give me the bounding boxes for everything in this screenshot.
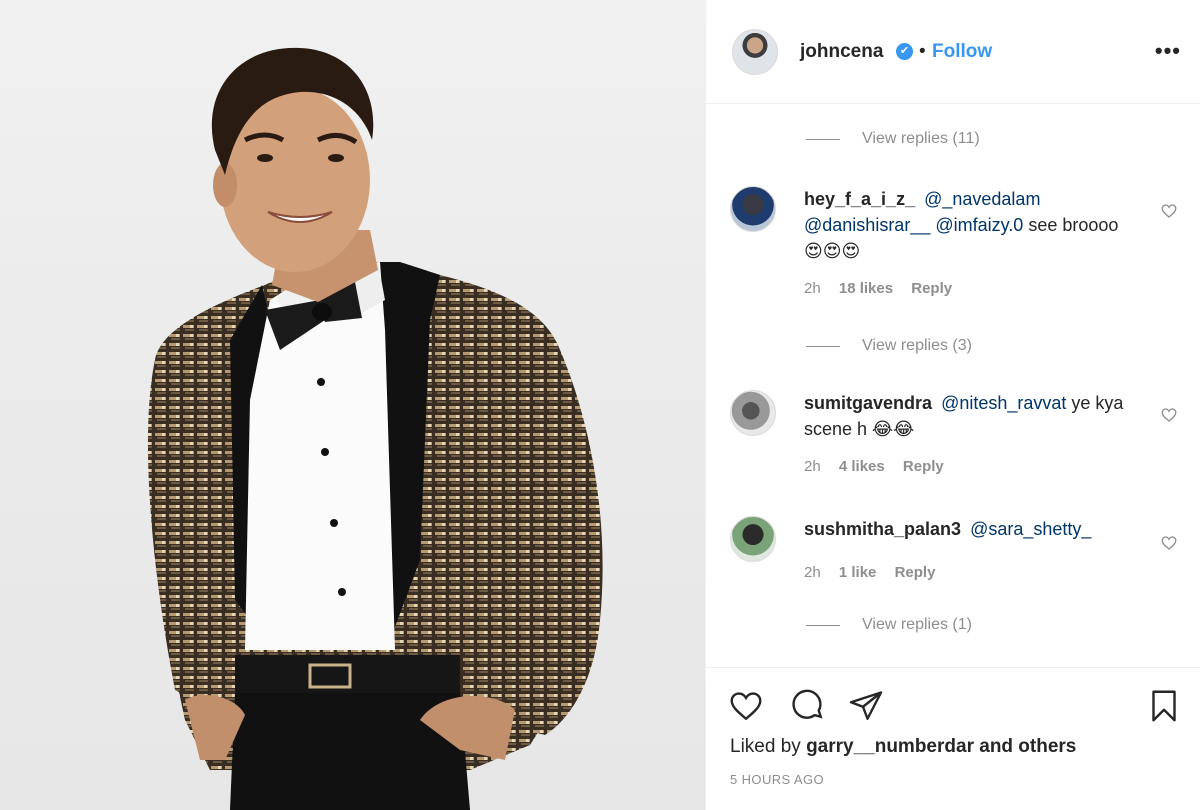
view-replies-label: View replies (3)	[862, 337, 972, 354]
view-replies-label: View replies (11)	[862, 130, 980, 147]
commenter-avatar[interactable]	[730, 186, 776, 232]
commenter-username[interactable]: sumitgavendra	[804, 393, 932, 413]
comment-meta: 2h 18 likes Reply	[804, 276, 1124, 302]
divider-line	[806, 624, 840, 626]
comment-meta: 2h 4 likes Reply	[804, 454, 1124, 480]
comment-time: 2h	[804, 564, 821, 581]
heart-icon[interactable]	[1160, 406, 1178, 424]
commenter-username[interactable]: sushmitha_palan3	[804, 519, 961, 539]
reply-button[interactable]: Reply	[895, 564, 936, 581]
comment-body: hey_f_a_i_z_ @_navedalam @danishisrar__ …	[804, 186, 1124, 302]
comment-body: sushmitha_palan3 @sara_shetty_ 2h 1 like…	[804, 516, 1124, 586]
comment-item: sushmitha_palan3 @sara_shetty_ 2h 1 like…	[730, 516, 1190, 596]
liked-by-others-link[interactable]: and others	[979, 736, 1076, 757]
more-options-icon[interactable]: •••	[1155, 38, 1181, 64]
view-replies-label: View replies (1)	[862, 616, 972, 633]
commenter-username[interactable]: hey_f_a_i_z_	[804, 189, 915, 209]
liked-by-username[interactable]: garry__numberdar	[806, 736, 974, 757]
reply-button[interactable]: Reply	[903, 458, 944, 475]
follow-button[interactable]: Follow	[932, 41, 992, 63]
author-avatar[interactable]	[732, 29, 778, 75]
post-photo[interactable]	[0, 0, 705, 810]
comment-mention[interactable]: @danishisrar__	[804, 215, 930, 235]
comment-mention[interactable]: @_navedalam	[924, 189, 1040, 209]
heart-icon[interactable]	[1160, 202, 1178, 220]
divider-line	[806, 345, 840, 347]
heart-icon[interactable]	[728, 688, 764, 724]
verified-badge-icon: ✔	[896, 43, 913, 60]
post-timestamp[interactable]: 5 HOURS AGO	[730, 772, 824, 787]
comment-likes-count[interactable]: 4 likes	[839, 458, 885, 475]
comment-time: 2h	[804, 458, 821, 475]
comment-icon[interactable]	[788, 688, 824, 724]
comment-time: 2h	[804, 280, 821, 297]
commenter-avatar[interactable]	[730, 390, 776, 436]
view-replies-button[interactable]: View replies (1)	[806, 616, 972, 634]
reply-button[interactable]: Reply	[911, 280, 952, 297]
bookmark-icon[interactable]	[1146, 688, 1182, 724]
comment-body: sumitgavendra @nitesh_ravvat ye kya scen…	[804, 390, 1124, 480]
share-icon[interactable]	[848, 688, 884, 724]
liked-by-summary: Liked by garry__numberdar and others	[730, 736, 1076, 758]
view-replies-button[interactable]: View replies (3)	[806, 337, 972, 355]
comment-likes-count[interactable]: 18 likes	[839, 280, 893, 297]
comment-mention[interactable]: @imfaizy.0	[935, 215, 1023, 235]
author-username[interactable]: johncena	[800, 41, 883, 63]
comment-meta: 2h 1 like Reply	[804, 560, 1124, 586]
comments-list[interactable]: View replies (11) hey_f_a_i_z_ @_navedal…	[706, 104, 1200, 667]
separator-dot: •	[919, 41, 926, 62]
commenter-avatar[interactable]	[730, 516, 776, 562]
comment-item: sumitgavendra @nitesh_ravvat ye kya scen…	[730, 390, 1190, 490]
view-replies-button[interactable]: View replies (11)	[806, 130, 980, 148]
comment-item: hey_f_a_i_z_ @_navedalam @danishisrar__ …	[730, 186, 1190, 316]
heart-icon[interactable]	[1160, 534, 1178, 552]
man-in-sequin-jacket-image	[147, 47, 603, 810]
post-sidebar: johncena ✔ • Follow ••• View replies (11…	[705, 0, 1200, 810]
post-header: johncena ✔ • Follow •••	[706, 0, 1200, 104]
divider-line	[806, 138, 840, 140]
liked-by-prefix: Liked by	[730, 736, 801, 757]
comment-mention[interactable]: @sara_shetty_	[970, 519, 1091, 539]
comment-mention[interactable]: @nitesh_ravvat	[941, 393, 1066, 413]
comment-likes-count[interactable]: 1 like	[839, 564, 877, 581]
